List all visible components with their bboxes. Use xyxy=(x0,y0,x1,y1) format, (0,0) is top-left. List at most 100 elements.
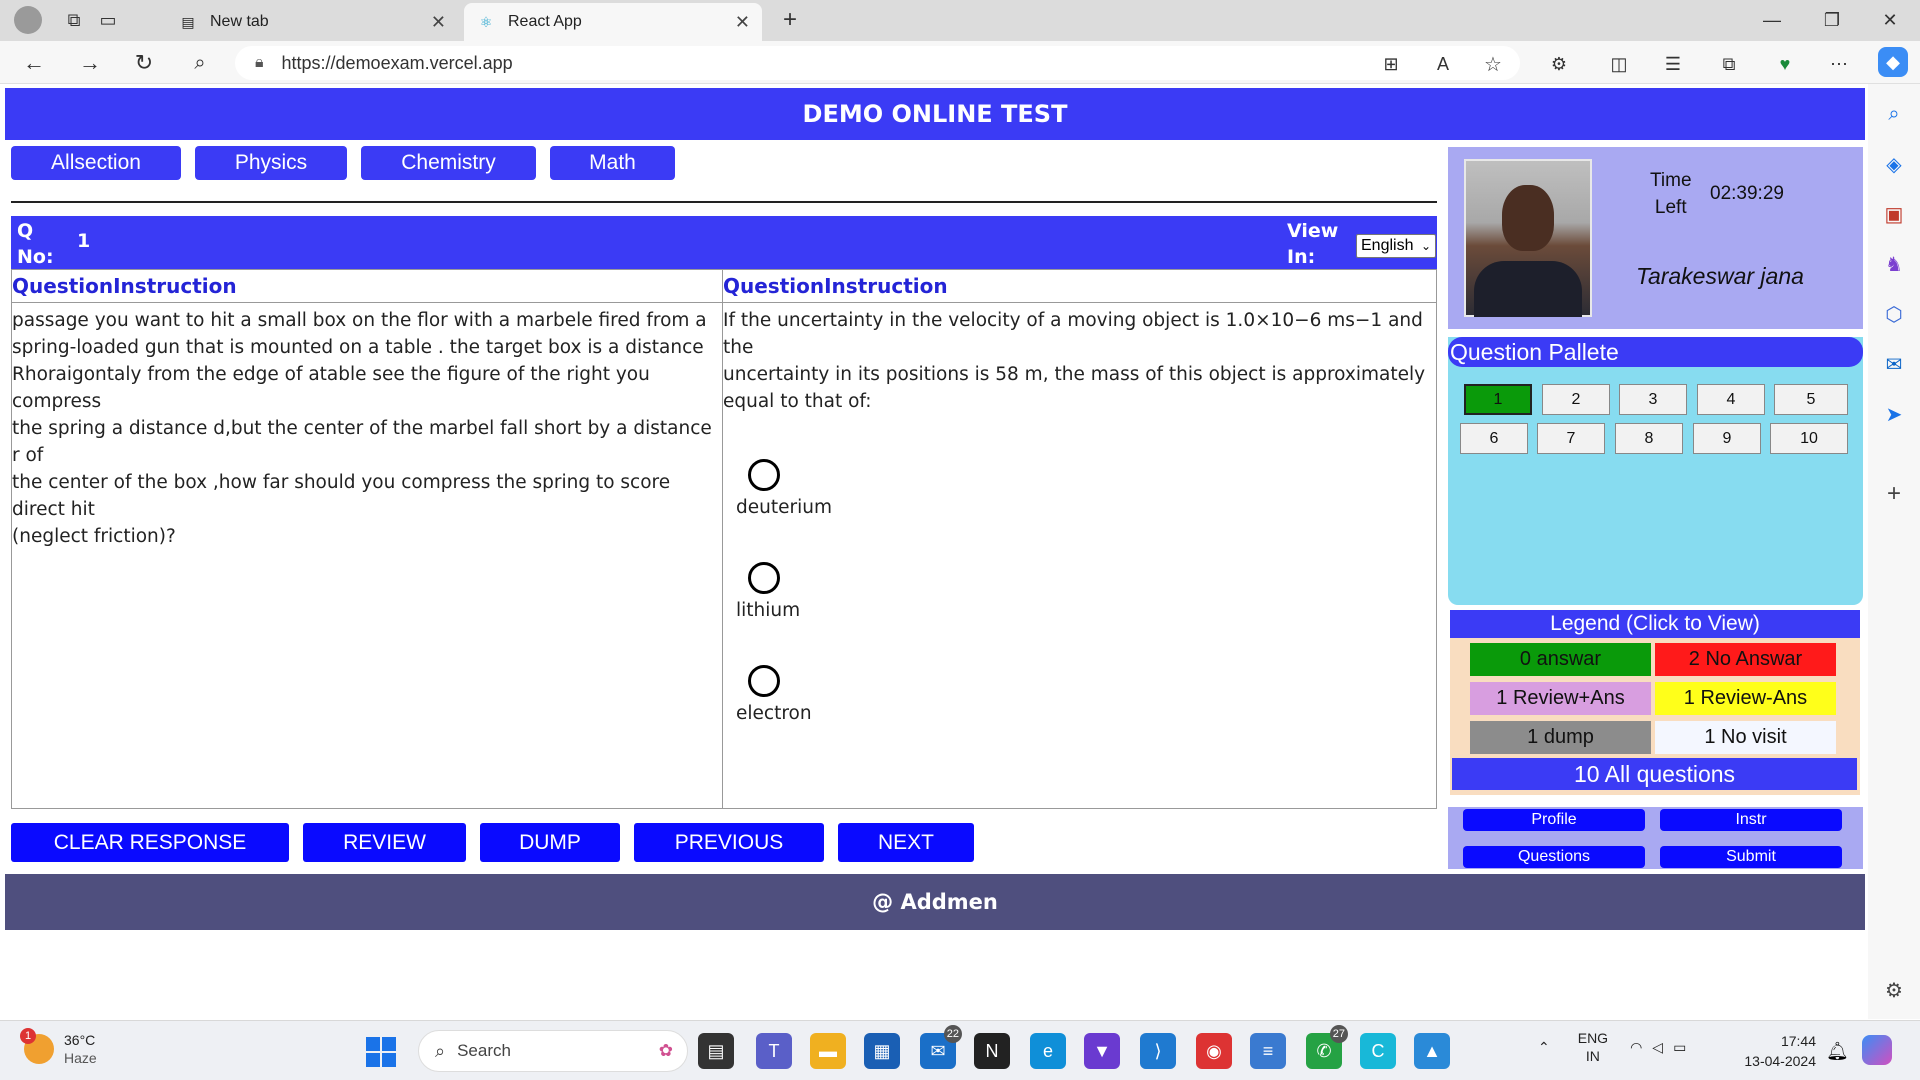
volume-icon[interactable]: ◁ xyxy=(1652,1039,1663,1056)
taskbar-search[interactable]: ⌕ Search ✿ xyxy=(418,1030,688,1072)
tab-title: React App xyxy=(508,13,582,30)
legend-answered[interactable]: 0 answar xyxy=(1470,643,1651,676)
split-screen-icon[interactable]: ◫ xyxy=(1606,51,1632,77)
collections-icon[interactable]: ⧉ xyxy=(1716,51,1742,77)
previous-button[interactable]: PREVIOUS xyxy=(634,823,824,862)
instructions-button[interactable]: Instr xyxy=(1660,809,1842,831)
pallete-question-5[interactable]: 5 xyxy=(1774,384,1848,415)
outlook-icon[interactable]: ✉ xyxy=(1878,348,1910,380)
pallete-question-8[interactable]: 8 xyxy=(1615,423,1683,454)
search-icon[interactable]: ⌕ xyxy=(186,49,214,77)
profile-button[interactable]: Profile xyxy=(1463,809,1645,831)
option-lithium[interactable]: lithium xyxy=(736,562,800,621)
legend-review-answered[interactable]: 1 Review+Ans xyxy=(1470,682,1651,715)
notepad-icon[interactable]: ≡ xyxy=(1250,1033,1286,1069)
whatsapp-icon[interactable]: ✆ 27 xyxy=(1306,1025,1348,1069)
canva-icon[interactable]: C xyxy=(1360,1033,1396,1069)
window-close-icon[interactable]: ✕ xyxy=(1876,8,1904,32)
pallete-question-9[interactable]: 9 xyxy=(1693,423,1761,454)
tab-new-tab[interactable]: ▤ New tab ✕ xyxy=(166,3,458,41)
legend-title[interactable]: Legend (Click to View) xyxy=(1450,610,1860,638)
section-button-chemistry[interactable]: Chemistry xyxy=(361,146,536,180)
sidebar-settings-gear-icon[interactable]: ⚙ xyxy=(1878,974,1910,1006)
vpn-icon[interactable]: ▼ xyxy=(1084,1033,1120,1069)
url-field[interactable]: 🔒︎ https://demoexam.vercel.app xyxy=(235,46,1520,80)
questions-button[interactable]: Questions xyxy=(1463,846,1645,868)
games-icon[interactable]: ♞ xyxy=(1878,248,1910,280)
restore-icon[interactable]: ❐ xyxy=(1818,8,1846,32)
chrome-icon[interactable]: ◉ xyxy=(1196,1033,1232,1069)
option-electron[interactable]: electron xyxy=(736,665,812,724)
dump-button[interactable]: DUMP xyxy=(480,823,620,862)
legend-not-visited[interactable]: 1 No visit xyxy=(1655,721,1836,754)
pallete-question-6[interactable]: 6 xyxy=(1460,423,1528,454)
browser-essentials-icon[interactable]: ♥ xyxy=(1772,51,1798,77)
weather-widget[interactable]: 1 36°C Haze xyxy=(20,1028,97,1067)
read-aloud-icon[interactable]: A xyxy=(1430,51,1456,77)
tab-actions-icon[interactable]: ▭ xyxy=(96,8,120,32)
add-sidebar-app-icon[interactable]: + xyxy=(1878,478,1910,510)
language-indicator[interactable]: ENG IN xyxy=(1578,1029,1608,1065)
more-menu-icon[interactable]: ⋯ xyxy=(1826,51,1852,77)
section-button-physics[interactable]: Physics xyxy=(195,146,347,180)
back-icon[interactable]: ← xyxy=(20,49,48,77)
next-button[interactable]: NEXT xyxy=(838,823,974,862)
favorite-star-icon[interactable]: ☆ xyxy=(1480,51,1506,77)
pallete-question-2[interactable]: 2 xyxy=(1542,384,1610,415)
radio-button[interactable] xyxy=(748,459,780,491)
legend-dump[interactable]: 1 dump xyxy=(1470,721,1651,754)
battery-icon[interactable]: ▭ xyxy=(1673,1039,1686,1056)
language-select[interactable]: English ⌄ xyxy=(1356,234,1436,258)
minimize-icon[interactable]: — xyxy=(1758,8,1786,32)
extensions-icon[interactable]: ⚙ xyxy=(1546,51,1572,77)
copilot-icon[interactable]: ◆ xyxy=(1878,47,1908,77)
lock-icon[interactable]: 🔒︎ xyxy=(255,54,264,72)
wifi-icon[interactable]: ◠ xyxy=(1630,1039,1642,1056)
favorites-icon[interactable]: ☰ xyxy=(1660,51,1686,77)
pallete-question-3[interactable]: 3 xyxy=(1619,384,1687,415)
app-available-icon[interactable]: ⊞ xyxy=(1378,51,1404,77)
legend-all-questions[interactable]: 10 All questions xyxy=(1452,758,1857,790)
copilot-taskbar-icon[interactable] xyxy=(1862,1035,1892,1065)
close-icon[interactable]: ✕ xyxy=(735,12,750,33)
radio-button[interactable] xyxy=(748,562,780,594)
file-explorer-icon[interactable]: ▬ xyxy=(810,1033,846,1069)
section-button-math[interactable]: Math xyxy=(550,146,675,180)
legend-review-not-answered[interactable]: 1 Review-Ans xyxy=(1655,682,1836,715)
refresh-icon[interactable]: ↻ xyxy=(130,49,158,77)
vscode-icon[interactable]: ⟩ xyxy=(1140,1033,1176,1069)
option-deuterium[interactable]: deuterium xyxy=(736,459,832,518)
close-icon[interactable]: ✕ xyxy=(431,12,446,33)
pallete-question-7[interactable]: 7 xyxy=(1537,423,1605,454)
submit-button[interactable]: Submit xyxy=(1660,846,1842,868)
pallete-question-1[interactable]: 1 xyxy=(1464,384,1532,415)
mail-icon[interactable]: ✉ 22 xyxy=(920,1025,962,1069)
teams-icon[interactable]: T xyxy=(756,1033,792,1069)
chevron-up-icon[interactable]: ⌃ xyxy=(1538,1039,1550,1056)
task-view-icon[interactable]: ▤ xyxy=(698,1033,734,1069)
clock[interactable]: 17:44 13-04-2024 xyxy=(1736,1031,1816,1071)
forward-icon[interactable]: → xyxy=(76,49,104,77)
microsoft-365-icon[interactable]: ⬡ xyxy=(1878,298,1910,330)
drop-send-icon[interactable]: ➤ xyxy=(1878,398,1910,430)
shopping-tag-icon[interactable]: ◈ xyxy=(1878,148,1910,180)
clear-response-button[interactable]: CLEAR RESPONSE xyxy=(11,823,289,862)
microsoft-store-icon[interactable]: ▦ xyxy=(864,1033,900,1069)
radio-button[interactable] xyxy=(748,665,780,697)
notion-icon[interactable]: N xyxy=(974,1033,1010,1069)
sidebar-search-icon[interactable]: ⌕ xyxy=(1878,98,1910,130)
pallete-question-4[interactable]: 4 xyxy=(1697,384,1765,415)
notification-bell-icon[interactable]: 🔔︎ xyxy=(1826,1041,1849,1062)
tools-briefcase-icon[interactable]: ▣ xyxy=(1878,198,1910,230)
section-button-allsection[interactable]: Allsection xyxy=(11,146,181,180)
start-button-windows-icon[interactable] xyxy=(366,1037,396,1067)
review-button[interactable]: REVIEW xyxy=(303,823,466,862)
legend-not-answered[interactable]: 2 No Answar xyxy=(1655,643,1836,676)
photos-icon[interactable]: ▲ xyxy=(1414,1033,1450,1069)
profile-avatar-icon[interactable] xyxy=(14,6,42,34)
workspaces-icon[interactable]: ⧉ xyxy=(62,8,86,32)
pallete-question-10[interactable]: 10 xyxy=(1770,423,1848,454)
tab-react-app[interactable]: ⚛ React App ✕ xyxy=(464,3,762,41)
new-tab-plus-icon[interactable]: + xyxy=(776,6,804,34)
edge-browser-icon[interactable]: e xyxy=(1030,1033,1066,1069)
